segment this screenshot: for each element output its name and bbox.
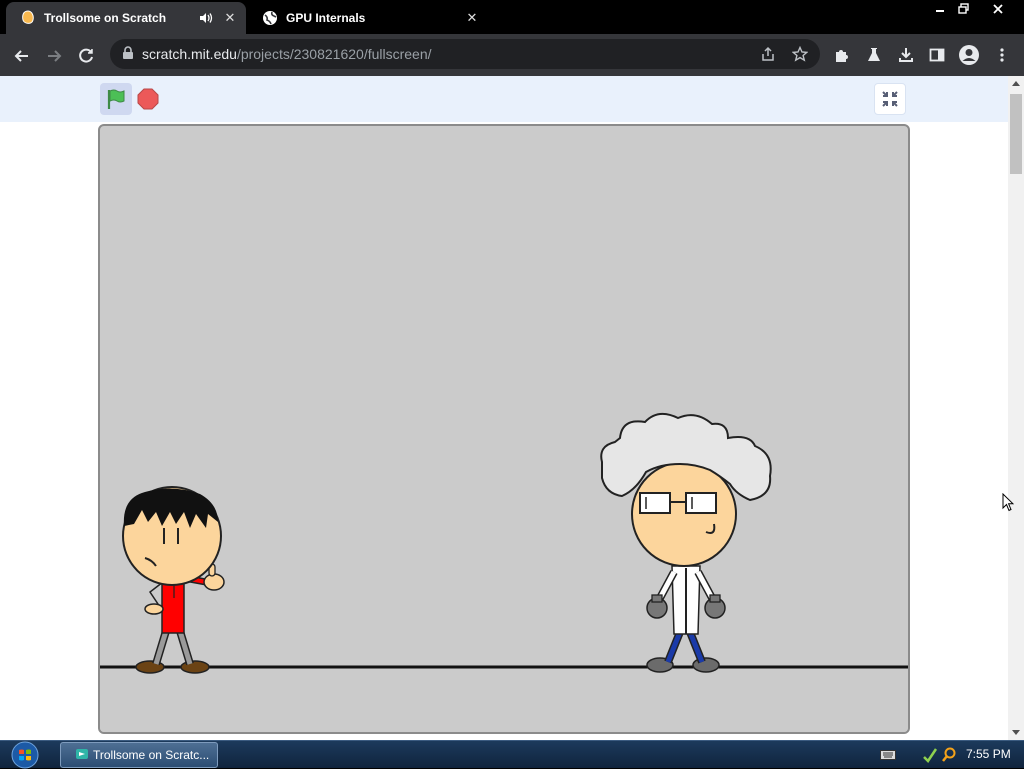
download-icon[interactable]	[895, 44, 917, 66]
tab-gpu-internals[interactable]: GPU Internals ✕	[248, 2, 488, 34]
scratch-favicon-icon	[20, 10, 36, 26]
windows-start-icon[interactable]	[6, 741, 44, 769]
url-text: scratch.mit.edu/projects/230821620/fulls…	[142, 46, 432, 62]
globe-icon	[262, 10, 278, 26]
page-scrollbar[interactable]	[1008, 76, 1024, 740]
puzzle-icon[interactable]	[831, 44, 853, 66]
stage-header	[0, 76, 1008, 122]
tab-trollsome[interactable]: Trollsome on Scratch ✕	[6, 2, 246, 34]
lock-icon[interactable]	[122, 46, 134, 65]
network-icon[interactable]	[922, 747, 938, 763]
mouse-cursor-icon	[1002, 492, 1015, 517]
keyboard-icon[interactable]	[880, 747, 896, 763]
taskbar-task-scratch[interactable]: Trollsome on Scratc...	[60, 742, 218, 768]
browser-window: Trollsome on Scratch ✕ GPU Internals ✕ s…	[0, 0, 1024, 740]
exit-fullscreen-icon[interactable]	[874, 83, 906, 115]
scrollbar-thumb[interactable]	[1010, 94, 1022, 174]
scroll-down-arrow-icon[interactable]	[1012, 730, 1020, 735]
scratch-stage[interactable]	[98, 124, 910, 734]
chrome-app-icon	[75, 747, 89, 764]
page-content	[0, 76, 1024, 740]
scroll-up-arrow-icon[interactable]	[1012, 81, 1020, 86]
kebab-menu-icon[interactable]	[991, 44, 1013, 66]
scientist-sprite	[600, 412, 772, 673]
task-label: Trollsome on Scratc...	[93, 748, 210, 762]
stage-drawing	[100, 412, 908, 732]
close-tab-icon[interactable]: ✕	[464, 10, 480, 26]
browser-toolbar: scratch.mit.edu/projects/230821620/fulls…	[0, 34, 1024, 76]
tab-strip: Trollsome on Scratch ✕ GPU Internals ✕	[0, 0, 1024, 34]
address-bar[interactable]: scratch.mit.edu/projects/230821620/fulls…	[110, 39, 820, 69]
stop-icon[interactable]	[136, 87, 160, 111]
star-icon[interactable]	[790, 44, 810, 64]
side-panel-icon[interactable]	[926, 44, 948, 66]
reload-icon[interactable]	[72, 42, 100, 70]
tab-title: Trollsome on Scratch	[44, 11, 167, 25]
search-icon[interactable]	[941, 747, 957, 763]
forward-arrow-icon[interactable]	[40, 42, 68, 70]
floor	[100, 667, 908, 732]
tab-title: GPU Internals	[286, 11, 366, 25]
restore-icon[interactable]	[953, 0, 975, 18]
taskbar-clock[interactable]: 7:55 PM	[966, 747, 1011, 761]
flask-icon[interactable]	[863, 44, 885, 66]
profile-icon[interactable]	[958, 44, 980, 66]
close-tab-icon[interactable]: ✕	[222, 10, 238, 26]
close-window-icon[interactable]	[986, 0, 1010, 18]
minimize-icon[interactable]	[929, 0, 951, 18]
windows-taskbar: Trollsome on Scratc... 7:55 PM	[0, 740, 1024, 769]
boy-sprite	[122, 486, 225, 674]
speaker-icon[interactable]	[198, 10, 214, 26]
back-arrow-icon[interactable]	[8, 42, 36, 70]
green-flag-icon[interactable]	[100, 83, 132, 115]
share-icon[interactable]	[758, 44, 778, 64]
